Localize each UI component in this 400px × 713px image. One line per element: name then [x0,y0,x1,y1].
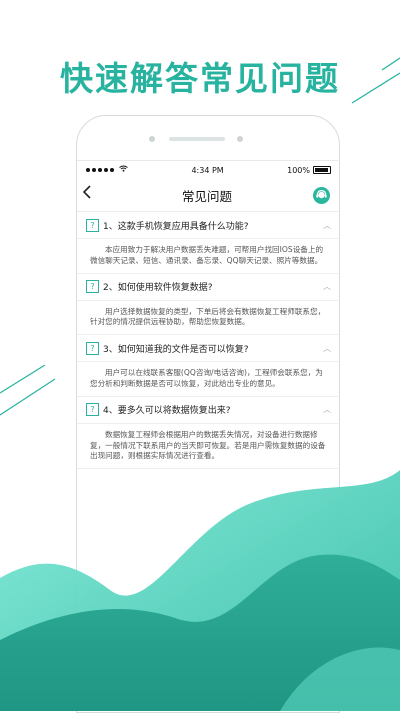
decorative-wave [0,470,400,711]
